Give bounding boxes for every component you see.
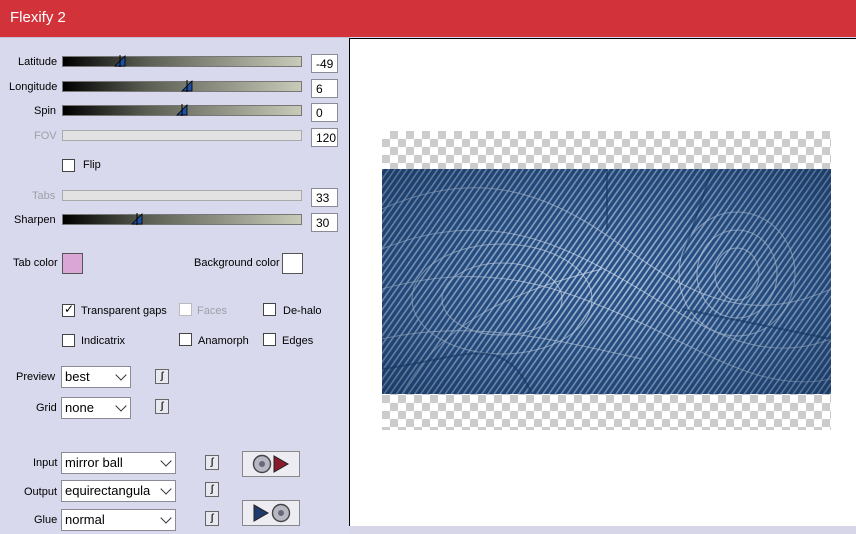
anamorph-checkbox[interactable] bbox=[179, 333, 192, 346]
window-title: Flexify 2 bbox=[10, 9, 66, 26]
slider-thumb[interactable] bbox=[176, 104, 188, 116]
sharpen-label: Sharpen bbox=[14, 214, 56, 226]
output-link-button[interactable]: ʃ bbox=[205, 482, 219, 497]
link-icon: ʃ bbox=[210, 513, 214, 524]
chevron-down-icon bbox=[160, 483, 172, 495]
tab-color-swatch[interactable] bbox=[62, 253, 83, 274]
slider-thumb[interactable] bbox=[114, 55, 126, 67]
link-icon: ʃ bbox=[160, 401, 164, 412]
tabs-label: Tabs bbox=[32, 190, 56, 202]
spin-value-field[interactable]: 0 bbox=[311, 103, 338, 122]
output-select-value: equirectangula bbox=[65, 483, 151, 498]
flip-checkbox[interactable] bbox=[62, 159, 75, 172]
glue-select[interactable]: normal bbox=[61, 509, 176, 531]
longitude-label: Longitude bbox=[9, 81, 58, 93]
indicatrix-label: Indicatrix bbox=[81, 335, 126, 347]
de-halo-label: De-halo bbox=[283, 305, 322, 317]
transparent-gaps-label: Transparent gaps bbox=[81, 305, 167, 317]
glue-select-value: normal bbox=[65, 512, 105, 527]
indicatrix-checkbox[interactable] bbox=[62, 334, 75, 347]
input-select-value: mirror ball bbox=[65, 455, 123, 470]
input-link-button[interactable]: ʃ bbox=[205, 455, 219, 470]
faces-label: Faces bbox=[197, 305, 227, 317]
flip-label: Flip bbox=[83, 159, 101, 171]
sharpen-value-field[interactable]: 30 bbox=[311, 213, 338, 232]
tabs-value-field: 33 bbox=[311, 188, 338, 207]
background-color-label: Background color bbox=[194, 257, 280, 269]
latitude-label: Latitude bbox=[18, 56, 58, 68]
grid-label: Grid bbox=[36, 402, 57, 414]
fov-value-field: 120 bbox=[311, 128, 338, 147]
spin-slider[interactable] bbox=[62, 104, 302, 116]
edges-label: Edges bbox=[282, 335, 314, 347]
edges-checkbox[interactable] bbox=[263, 333, 276, 346]
checkmark-icon: ✓ bbox=[64, 302, 75, 316]
preview-label: Preview bbox=[16, 371, 56, 383]
faces-checkbox bbox=[179, 303, 192, 316]
sharpen-slider[interactable] bbox=[62, 213, 302, 225]
de-halo-checkbox[interactable] bbox=[263, 303, 276, 316]
latitude-value-field[interactable]: -49 bbox=[311, 54, 338, 73]
fov-slider bbox=[62, 130, 302, 141]
chevron-down-icon bbox=[160, 512, 172, 524]
arrow-to-ball-icon bbox=[253, 503, 291, 523]
link-icon: ʃ bbox=[210, 484, 214, 495]
preview-image bbox=[382, 169, 831, 394]
link-icon: ʃ bbox=[210, 457, 214, 468]
fov-label: FOV bbox=[34, 130, 57, 142]
anamorph-label: Anamorph bbox=[198, 335, 249, 347]
grid-link-button[interactable]: ʃ bbox=[155, 399, 169, 414]
input-label: Input bbox=[33, 457, 58, 469]
glue-label: Glue bbox=[34, 514, 58, 526]
input-select[interactable]: mirror ball bbox=[61, 452, 176, 474]
background-color-swatch[interactable] bbox=[282, 253, 303, 274]
spin-label: Spin bbox=[34, 105, 57, 117]
chevron-down-icon bbox=[160, 455, 172, 467]
latitude-slider[interactable] bbox=[62, 55, 302, 67]
link-icon: ʃ bbox=[160, 371, 164, 382]
preview-select[interactable]: best bbox=[61, 366, 131, 388]
preview-link-button[interactable]: ʃ bbox=[155, 369, 169, 384]
grid-select[interactable]: none bbox=[61, 397, 131, 419]
chevron-down-icon bbox=[115, 369, 127, 381]
ball-to-arrow-icon bbox=[252, 454, 290, 474]
slider-thumb[interactable] bbox=[130, 213, 143, 225]
glue-link-button[interactable]: ʃ bbox=[205, 511, 219, 526]
title-bar: Flexify 2 bbox=[0, 0, 856, 37]
longitude-slider[interactable] bbox=[62, 80, 302, 92]
grid-select-value: none bbox=[65, 400, 94, 415]
preview-select-value: best bbox=[65, 369, 90, 384]
chevron-down-icon bbox=[115, 400, 127, 412]
transparent-gaps-checkbox[interactable]: ✓ bbox=[62, 302, 75, 317]
longitude-value-field[interactable]: 6 bbox=[311, 79, 338, 98]
output-to-input-button[interactable] bbox=[242, 500, 300, 526]
tab-color-label: Tab color bbox=[13, 257, 58, 269]
tabs-slider bbox=[62, 190, 302, 201]
output-label: Output bbox=[24, 486, 58, 498]
output-select[interactable]: equirectangula bbox=[61, 480, 176, 502]
slider-thumb[interactable] bbox=[180, 80, 193, 92]
input-to-output-button[interactable] bbox=[242, 451, 300, 477]
